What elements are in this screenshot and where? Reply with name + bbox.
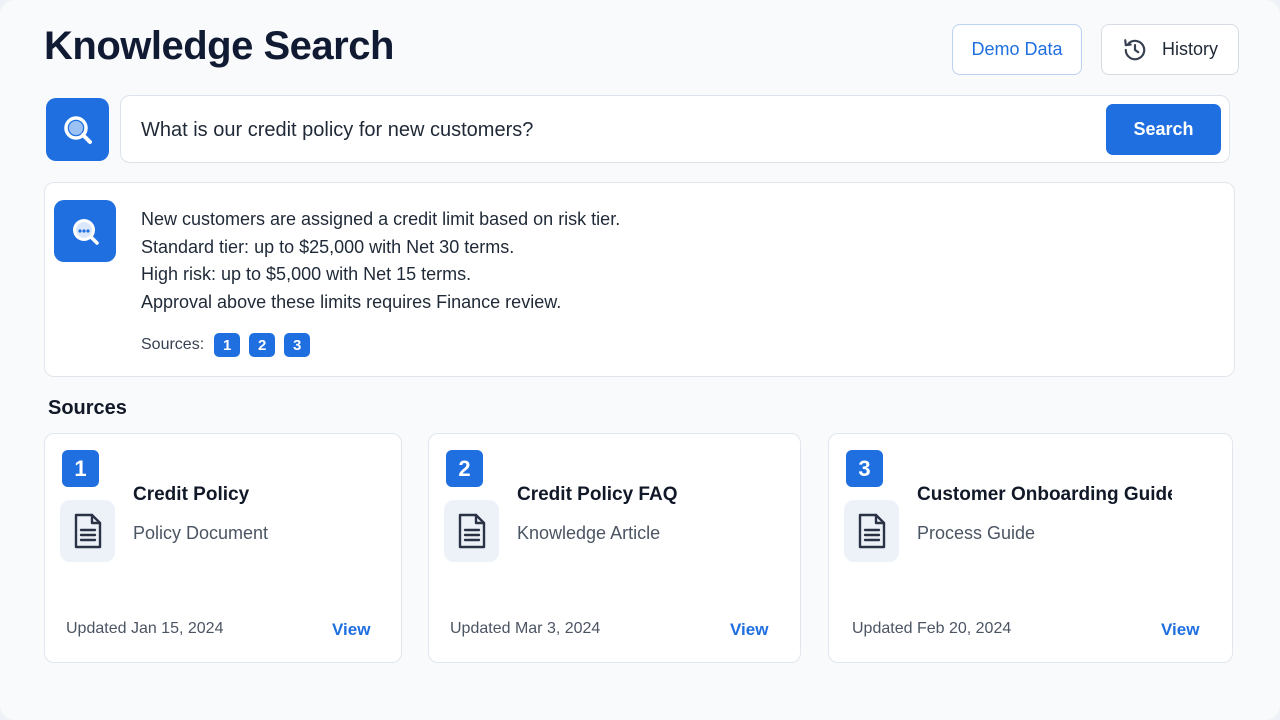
history-label: History xyxy=(1161,39,1218,59)
source-number-badge: 2 xyxy=(446,450,483,487)
view-button[interactable]: View xyxy=(730,620,768,640)
source-card-title: Credit Policy FAQ xyxy=(517,484,678,505)
document-icon xyxy=(444,500,499,562)
knowledge-search-page: Knowledge Search Demo Data History Searc… xyxy=(0,0,1280,720)
answer-source-refs: Sources: 1 2 3 xyxy=(141,333,311,357)
source-card-type: Knowledge Article xyxy=(517,523,661,543)
source-ref-chip-3[interactable]: 3 xyxy=(284,333,311,357)
source-card-title: Credit Policy xyxy=(133,484,250,505)
answer-line: High risk: up to $5,000 with Net 15 term… xyxy=(141,264,472,284)
answer-line: New customers are assigned a credit limi… xyxy=(141,209,621,229)
page-title: Knowledge Search xyxy=(44,24,394,68)
source-card-updated: Updated Jan 15, 2024 xyxy=(66,620,224,637)
history-button[interactable]: History xyxy=(1101,24,1239,75)
magnifier-icon xyxy=(61,113,95,147)
search-input[interactable] xyxy=(141,110,1101,150)
answer-icon xyxy=(54,200,116,262)
source-number-badge: 3 xyxy=(846,450,883,487)
demo-data-button[interactable]: Demo Data xyxy=(952,24,1082,75)
search-logo xyxy=(46,98,109,161)
source-number-badge: 1 xyxy=(62,450,99,487)
source-card-3[interactable]: 3 Customer Onboarding Guide Process Guid… xyxy=(828,433,1233,663)
source-ref-chip-2[interactable]: 2 xyxy=(249,333,276,357)
answer-card: New customers are assigned a credit limi… xyxy=(44,182,1235,377)
answer-text: New customers are assigned a credit limi… xyxy=(141,206,620,316)
search-bar: Search xyxy=(120,95,1230,163)
source-card-2[interactable]: 2 Credit Policy FAQ Knowledge Article Up… xyxy=(428,433,801,663)
source-card-type: Process Guide xyxy=(917,523,1036,543)
answer-line: Approval above these limits requires Fin… xyxy=(141,291,562,312)
history-icon xyxy=(1122,37,1148,63)
source-ref-chip-1[interactable]: 1 xyxy=(214,333,241,357)
search-button[interactable]: Search xyxy=(1106,104,1221,155)
document-icon xyxy=(60,500,115,562)
source-card-type: Policy Document xyxy=(133,523,269,543)
sources-heading: Sources xyxy=(48,397,127,419)
sources-ref-label: Sources: xyxy=(141,336,205,353)
source-card-updated: Updated Mar 3, 2024 xyxy=(450,620,601,637)
ai-chat-magnifier-icon xyxy=(68,214,102,248)
source-card-updated: Updated Feb 20, 2024 xyxy=(852,620,1012,637)
view-button[interactable]: View xyxy=(332,620,370,640)
answer-line: Standard tier: up to $25,000 with Net 30… xyxy=(141,236,515,257)
source-card-1[interactable]: 1 Credit Policy Policy Document Updated … xyxy=(44,433,402,663)
document-icon xyxy=(844,500,899,562)
view-button[interactable]: View xyxy=(1161,620,1199,640)
source-card-title: Customer Onboarding Guide xyxy=(917,484,1172,505)
